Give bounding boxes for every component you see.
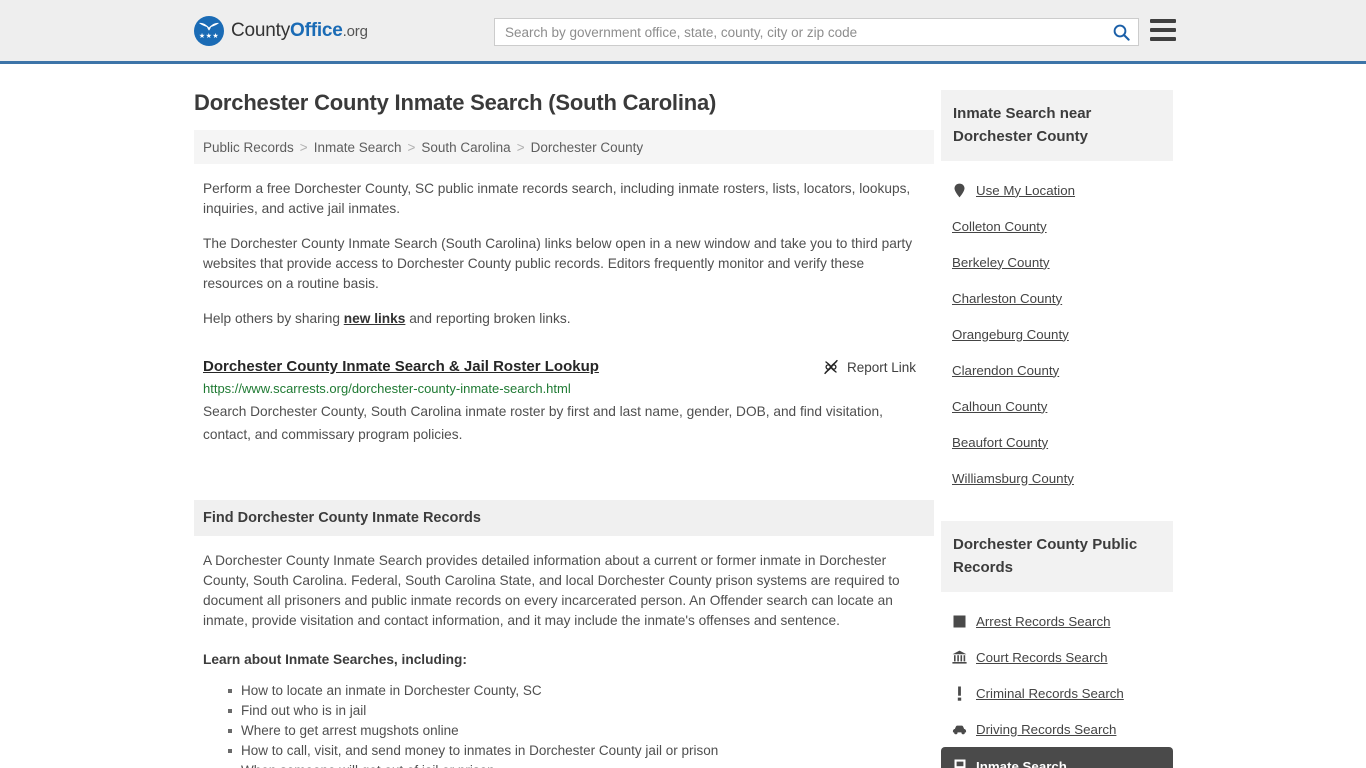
exclamation-icon [952, 686, 967, 701]
new-links-link[interactable]: new links [344, 311, 406, 326]
list-item: Where to get arrest mugshots online [228, 721, 934, 741]
learn-bullet-list: How to locate an inmate in Dorchester Co… [194, 681, 934, 768]
site-logo[interactable]: ★★★ CountyOffice.org [194, 15, 368, 46]
sidebar-item-label[interactable]: Arrest Records Search [976, 614, 1111, 629]
sidebar-item-berkeley-county[interactable]: Berkeley County [941, 244, 1173, 280]
result-url: https://www.scarrests.org/dorchester-cou… [203, 381, 571, 396]
sidebar-item-clarendon-county[interactable]: Clarendon County [941, 352, 1173, 388]
search-icon [1113, 24, 1130, 41]
search-button[interactable] [1104, 19, 1138, 45]
logo-stars: ★★★ [198, 32, 220, 40]
sidebar-item-label[interactable]: Clarendon County [952, 363, 1059, 378]
breadcrumb-item-inmate-search[interactable]: Inmate Search [314, 140, 402, 155]
sidebar-item-use-my-location[interactable]: Use My Location [941, 172, 1173, 208]
sidebar-item-label[interactable]: Use My Location [976, 183, 1075, 198]
fingerprint-icon [952, 614, 967, 629]
inmate-badge-icon [952, 759, 967, 768]
intro-paragraph-2: The Dorchester County Inmate Search (Sou… [203, 236, 913, 291]
logo-text-org: .org [342, 22, 368, 40]
breadcrumb-separator: > [299, 139, 308, 155]
breadcrumb-item-public-records[interactable]: Public Records [203, 140, 294, 155]
share-text-after: and reporting broken links. [405, 311, 571, 326]
result-title-link[interactable]: Dorchester County Inmate Search & Jail R… [203, 358, 599, 375]
records-section-heading: Find Dorchester County Inmate Records [194, 500, 934, 536]
sidebar-item-label[interactable]: Driving Records Search [976, 722, 1116, 737]
sidebar-item-label[interactable]: Charleston County [952, 291, 1062, 306]
sidebar: Inmate Search near Dorchester County Use… [941, 64, 1173, 768]
logo-text-county: County [231, 19, 291, 41]
page-body: Dorchester County Inmate Search (South C… [0, 64, 1366, 768]
share-text-before: Help others by sharing [203, 311, 344, 326]
sidebar-public-records-heading: Dorchester County Public Records [941, 521, 1173, 592]
hamburger-menu-icon[interactable] [1150, 19, 1176, 41]
sidebar-item-driving-records-search[interactable]: Driving Records Search [941, 711, 1173, 747]
site-header: ★★★ CountyOffice.org [0, 0, 1366, 64]
sidebar-item-charleston-county[interactable]: Charleston County [941, 280, 1173, 316]
intro-paragraph-3: Help others by sharing new links and rep… [203, 309, 921, 329]
hamburger-bar-1 [1150, 19, 1176, 23]
broken-link-icon [824, 359, 838, 375]
sidebar-item-arrest-records-search[interactable]: Arrest Records Search [941, 603, 1173, 639]
breadcrumb-item-south-carolina[interactable]: South Carolina [421, 140, 510, 155]
main-content: Dorchester County Inmate Search (South C… [194, 64, 934, 768]
search-input[interactable] [495, 19, 1104, 45]
sidebar-public-records-block: Dorchester County Public Records Arrest … [941, 521, 1173, 768]
breadcrumb-separator: > [407, 139, 416, 155]
car-icon [952, 722, 967, 737]
sidebar-item-label[interactable]: Berkeley County [952, 255, 1050, 270]
search-bar[interactable] [494, 18, 1139, 46]
learn-heading: Learn about Inmate Searches, including: [203, 652, 467, 667]
breadcrumb-separator: > [516, 139, 525, 155]
report-link-button[interactable]: Report Link [823, 359, 916, 375]
sidebar-item-court-records-search[interactable]: Court Records Search [941, 639, 1173, 675]
logo-text-office: Office [290, 19, 343, 41]
breadcrumb-item-dorchester-county[interactable]: Dorchester County [531, 140, 644, 155]
map-pin-icon [952, 183, 967, 198]
sidebar-item-label[interactable]: Colleton County [952, 219, 1047, 234]
list-item: Find out who is in jail [228, 701, 934, 721]
list-item: How to call, visit, and send money to in… [228, 741, 934, 761]
list-item: How to locate an inmate in Dorchester Co… [228, 681, 934, 701]
report-link-label: Report Link [846, 359, 916, 375]
hamburger-bar-2 [1150, 28, 1176, 32]
list-item: When someone will get out of jail or pri… [241, 761, 934, 768]
hamburger-bar-3 [1150, 37, 1176, 41]
courthouse-icon [952, 650, 967, 665]
logo-wordmark: CountyOffice.org [231, 20, 368, 42]
sidebar-item-orangeburg-county[interactable]: Orangeburg County [941, 316, 1173, 352]
sidebar-item-label[interactable]: Beaufort County [952, 435, 1048, 450]
sidebar-item-calhoun-county[interactable]: Calhoun County [941, 388, 1173, 424]
sidebar-nearby-heading: Inmate Search near Dorchester County [941, 90, 1173, 161]
sidebar-item-colleton-county[interactable]: Colleton County [941, 208, 1173, 244]
sidebar-item-label[interactable]: Criminal Records Search [976, 686, 1124, 701]
result-description: Search Dorchester County, South Carolina… [203, 404, 883, 442]
sidebar-item-label[interactable]: Calhoun County [952, 399, 1047, 414]
sidebar-item-inmate-search[interactable]: Inmate Search [941, 747, 1173, 768]
sidebar-item-label[interactable]: Inmate Search [976, 759, 1067, 768]
records-paragraph: A Dorchester County Inmate Search provid… [203, 553, 900, 628]
sidebar-item-label[interactable]: Orangeburg County [952, 327, 1069, 342]
sidebar-public-records-list: Arrest Records Search Court Records Sear… [941, 603, 1173, 768]
search-result: Dorchester County Inmate Search & Jail R… [203, 358, 921, 446]
sidebar-item-williamsburg-county[interactable]: Williamsburg County [941, 460, 1173, 496]
breadcrumb: Public Records > Inmate Search > South C… [194, 130, 934, 164]
page-title: Dorchester County Inmate Search (South C… [194, 90, 717, 115]
sidebar-item-criminal-records-search[interactable]: Criminal Records Search [941, 675, 1173, 711]
eagle-shield-logo-icon: ★★★ [194, 15, 224, 46]
sidebar-item-label[interactable]: Williamsburg County [952, 471, 1074, 486]
sidebar-nearby-list: Use My Location Colleton County Berkeley… [941, 172, 1173, 496]
sidebar-item-label[interactable]: Court Records Search [976, 650, 1108, 665]
sidebar-item-beaufort-county[interactable]: Beaufort County [941, 424, 1173, 460]
intro-paragraph-1: Perform a free Dorchester County, SC pub… [203, 181, 911, 216]
